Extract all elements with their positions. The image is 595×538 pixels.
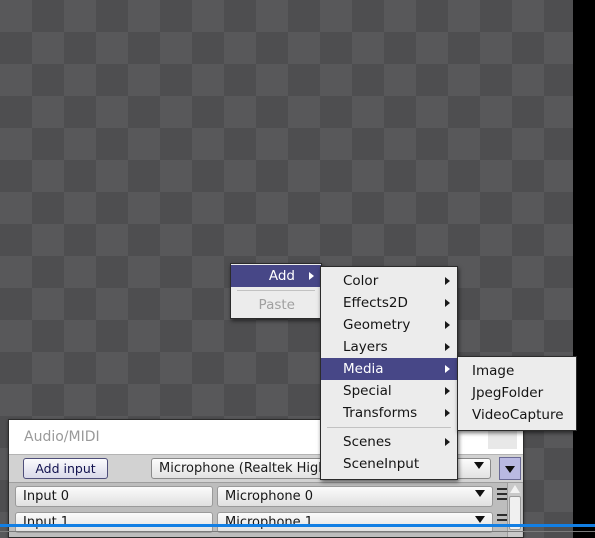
menu-item-videocapture-label: VideoCapture xyxy=(472,407,564,423)
panel-title: Audio/MIDI xyxy=(24,429,100,445)
menu-item-special[interactable]: Special xyxy=(321,380,457,402)
input-name-field[interactable]: Input 1 xyxy=(15,512,213,533)
blue-guide-line xyxy=(0,524,595,527)
menu-item-videocapture[interactable]: VideoCapture xyxy=(458,404,576,426)
rows-vertical-scrollbar[interactable] xyxy=(507,483,522,537)
menu-item-special-label: Special xyxy=(343,383,392,399)
menu-separator xyxy=(327,427,451,428)
menu-item-add-label: Add xyxy=(268,268,295,284)
add-input-button[interactable]: Add input xyxy=(23,458,108,479)
menu-item-jpegfolder-label: JpegFolder xyxy=(472,385,544,401)
menu-separator xyxy=(237,290,315,291)
menu-item-jpegfolder[interactable]: JpegFolder xyxy=(458,382,576,404)
gray-guide-line xyxy=(0,531,595,532)
menu-item-sceneinput[interactable]: SceneInput xyxy=(321,453,457,475)
audio-input-rows: Input 0 Microphone 0 Input 1 Microphone … xyxy=(9,483,523,537)
menu-item-color-label: Color xyxy=(343,273,379,289)
menu-item-paste: Paste xyxy=(231,294,321,316)
menu-item-image[interactable]: Image xyxy=(458,360,576,382)
chevron-right-icon xyxy=(445,409,450,417)
menu-item-scenes-label: Scenes xyxy=(343,434,392,450)
menu-item-paste-label: Paste xyxy=(258,297,295,313)
add-submenu: Color Effects2D Geometry Layers Media Sp… xyxy=(320,266,458,480)
right-black-gutter xyxy=(573,0,595,538)
menu-item-add[interactable]: Add xyxy=(231,265,321,287)
input-device-select[interactable]: Microphone 1 xyxy=(217,512,493,533)
audio-device-options-button[interactable] xyxy=(499,457,521,480)
menu-item-layers[interactable]: Layers xyxy=(321,336,457,358)
menu-item-effects2d[interactable]: Effects2D xyxy=(321,292,457,314)
chevron-right-icon xyxy=(445,321,450,329)
table-row[interactable]: Input 0 Microphone 0 xyxy=(9,483,523,509)
chevron-right-icon xyxy=(445,343,450,351)
menu-item-media[interactable]: Media xyxy=(321,358,457,380)
menu-item-layers-label: Layers xyxy=(343,339,388,355)
chevron-right-icon xyxy=(445,438,450,446)
chevron-right-icon xyxy=(309,272,314,280)
menu-item-transforms[interactable]: Transforms xyxy=(321,402,457,424)
context-menu: Add Paste xyxy=(230,263,322,319)
chevron-right-icon xyxy=(445,387,450,395)
menu-item-geometry-label: Geometry xyxy=(343,317,411,333)
input-device-select[interactable]: Microphone 0 xyxy=(217,486,493,507)
menu-item-image-label: Image xyxy=(472,363,515,379)
menu-item-sceneinput-label: SceneInput xyxy=(343,456,420,472)
menu-item-effects2d-label: Effects2D xyxy=(343,295,408,311)
input-device-select-arrow[interactable] xyxy=(475,516,485,523)
audio-device-select-arrow[interactable] xyxy=(474,462,484,469)
menu-item-geometry[interactable]: Geometry xyxy=(321,314,457,336)
input-device-select-arrow[interactable] xyxy=(475,490,485,497)
input-name-field[interactable]: Input 0 xyxy=(15,486,213,507)
menu-item-scenes[interactable]: Scenes xyxy=(321,431,457,453)
menu-item-color[interactable]: Color xyxy=(321,270,457,292)
chevron-right-icon xyxy=(445,277,450,285)
scroll-up-arrow-icon[interactable] xyxy=(510,485,520,493)
menu-item-transforms-label: Transforms xyxy=(343,405,418,421)
chevron-right-icon xyxy=(445,365,450,373)
media-submenu: Image JpegFolder VideoCapture xyxy=(457,356,577,431)
menu-item-media-label: Media xyxy=(343,361,384,377)
application-window: Audio/MIDI Add input Microphone (Realtek… xyxy=(0,0,595,538)
chevron-right-icon xyxy=(445,299,450,307)
